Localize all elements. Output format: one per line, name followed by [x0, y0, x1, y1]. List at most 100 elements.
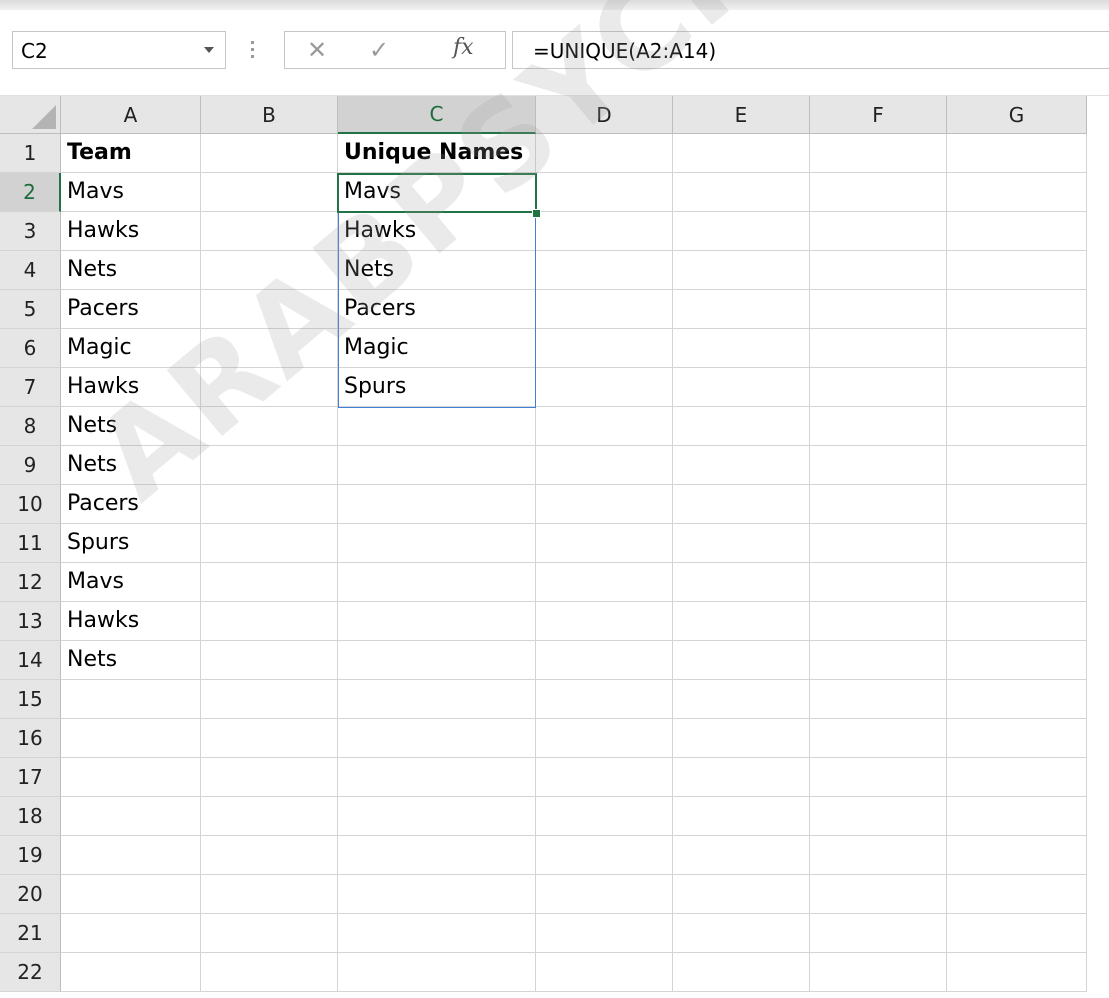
- cell-b9[interactable]: [201, 446, 338, 485]
- row-header-11[interactable]: 11: [0, 524, 61, 563]
- row-header-13[interactable]: 13: [0, 602, 61, 641]
- row-header-1[interactable]: 1: [0, 134, 61, 173]
- cell-c3[interactable]: Hawks: [338, 212, 536, 251]
- cell-c15[interactable]: [338, 680, 536, 719]
- cell-d13[interactable]: [536, 602, 673, 641]
- cell-c6[interactable]: Magic: [338, 329, 536, 368]
- column-header-e[interactable]: E: [673, 96, 810, 134]
- cell-b1[interactable]: [201, 134, 338, 173]
- cell-b6[interactable]: [201, 329, 338, 368]
- cell-c11[interactable]: [338, 524, 536, 563]
- cell-b16[interactable]: [201, 719, 338, 758]
- cell-e16[interactable]: [673, 719, 810, 758]
- cell-e6[interactable]: [673, 329, 810, 368]
- cell-d11[interactable]: [536, 524, 673, 563]
- cell-a13[interactable]: Hawks: [61, 602, 201, 641]
- cell-e13[interactable]: [673, 602, 810, 641]
- cell-g4[interactable]: [947, 251, 1087, 290]
- cell-b20[interactable]: [201, 875, 338, 914]
- name-box-dropdown-icon[interactable]: [204, 47, 214, 53]
- cell-c1[interactable]: Unique Names: [338, 134, 536, 173]
- row-header-9[interactable]: 9: [0, 446, 61, 485]
- cell-d21[interactable]: [536, 914, 673, 953]
- cell-d9[interactable]: [536, 446, 673, 485]
- cell-f21[interactable]: [810, 914, 947, 953]
- cell-b13[interactable]: [201, 602, 338, 641]
- cell-a1[interactable]: Team: [61, 134, 201, 173]
- cell-f11[interactable]: [810, 524, 947, 563]
- cell-d3[interactable]: [536, 212, 673, 251]
- cell-f7[interactable]: [810, 368, 947, 407]
- cell-e4[interactable]: [673, 251, 810, 290]
- column-header-a[interactable]: A: [61, 96, 201, 134]
- cell-e5[interactable]: [673, 290, 810, 329]
- cell-f10[interactable]: [810, 485, 947, 524]
- cell-a2[interactable]: Mavs: [61, 173, 201, 212]
- cell-d14[interactable]: [536, 641, 673, 680]
- cell-c7[interactable]: Spurs: [338, 368, 536, 407]
- cell-g18[interactable]: [947, 797, 1087, 836]
- cell-c12[interactable]: [338, 563, 536, 602]
- row-header-14[interactable]: 14: [0, 641, 61, 680]
- cell-e14[interactable]: [673, 641, 810, 680]
- cell-d2[interactable]: [536, 173, 673, 212]
- cell-c18[interactable]: [338, 797, 536, 836]
- cell-c4[interactable]: Nets: [338, 251, 536, 290]
- cell-c14[interactable]: [338, 641, 536, 680]
- cell-e9[interactable]: [673, 446, 810, 485]
- cell-g20[interactable]: [947, 875, 1087, 914]
- column-header-f[interactable]: F: [810, 96, 947, 134]
- cell-f18[interactable]: [810, 797, 947, 836]
- column-header-c[interactable]: C: [338, 96, 536, 134]
- cell-g3[interactable]: [947, 212, 1087, 251]
- row-header-15[interactable]: 15: [0, 680, 61, 719]
- cell-e3[interactable]: [673, 212, 810, 251]
- cell-f22[interactable]: [810, 953, 947, 992]
- cell-d12[interactable]: [536, 563, 673, 602]
- cell-e2[interactable]: [673, 173, 810, 212]
- cell-c21[interactable]: [338, 914, 536, 953]
- row-header-6[interactable]: 6: [0, 329, 61, 368]
- cell-e15[interactable]: [673, 680, 810, 719]
- cell-f6[interactable]: [810, 329, 947, 368]
- cell-c19[interactable]: [338, 836, 536, 875]
- cell-b5[interactable]: [201, 290, 338, 329]
- name-box[interactable]: C2: [12, 31, 226, 69]
- cell-e20[interactable]: [673, 875, 810, 914]
- cell-g9[interactable]: [947, 446, 1087, 485]
- cell-f8[interactable]: [810, 407, 947, 446]
- cell-g1[interactable]: [947, 134, 1087, 173]
- cell-g21[interactable]: [947, 914, 1087, 953]
- cell-g5[interactable]: [947, 290, 1087, 329]
- cell-d17[interactable]: [536, 758, 673, 797]
- row-header-8[interactable]: 8: [0, 407, 61, 446]
- cell-f13[interactable]: [810, 602, 947, 641]
- cell-a6[interactable]: Magic: [61, 329, 201, 368]
- cell-a8[interactable]: Nets: [61, 407, 201, 446]
- cell-f1[interactable]: [810, 134, 947, 173]
- cell-d18[interactable]: [536, 797, 673, 836]
- cell-c9[interactable]: [338, 446, 536, 485]
- cell-d6[interactable]: [536, 329, 673, 368]
- row-header-17[interactable]: 17: [0, 758, 61, 797]
- cell-g17[interactable]: [947, 758, 1087, 797]
- cell-c13[interactable]: [338, 602, 536, 641]
- cell-e17[interactable]: [673, 758, 810, 797]
- cell-e7[interactable]: [673, 368, 810, 407]
- cell-g13[interactable]: [947, 602, 1087, 641]
- row-header-3[interactable]: 3: [0, 212, 61, 251]
- cell-c5[interactable]: Pacers: [338, 290, 536, 329]
- cell-b2[interactable]: [201, 173, 338, 212]
- cell-e8[interactable]: [673, 407, 810, 446]
- cell-f14[interactable]: [810, 641, 947, 680]
- cell-a16[interactable]: [61, 719, 201, 758]
- cell-b17[interactable]: [201, 758, 338, 797]
- cell-g2[interactable]: [947, 173, 1087, 212]
- cell-g14[interactable]: [947, 641, 1087, 680]
- cell-a15[interactable]: [61, 680, 201, 719]
- cell-b4[interactable]: [201, 251, 338, 290]
- cell-a3[interactable]: Hawks: [61, 212, 201, 251]
- row-header-21[interactable]: 21: [0, 914, 61, 953]
- cell-c2[interactable]: Mavs: [338, 173, 536, 212]
- cell-f16[interactable]: [810, 719, 947, 758]
